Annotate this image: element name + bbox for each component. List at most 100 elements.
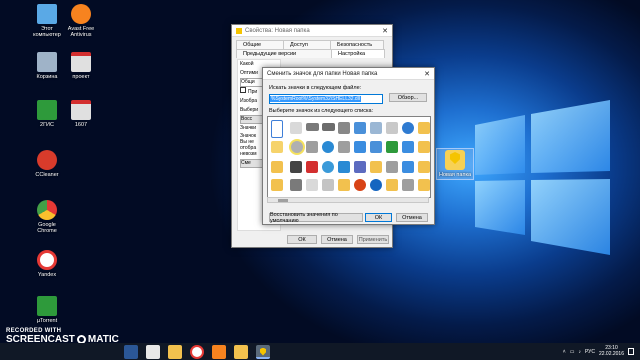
properties-cancel-button[interactable]: Отмена: [321, 235, 353, 244]
language-indicator[interactable]: РУС: [585, 349, 595, 355]
settings-icon[interactable]: [354, 161, 366, 173]
tab-previous-versions[interactable]: Предыдущие версии: [236, 49, 332, 58]
change-icon-ok-button[interactable]: ОК: [365, 213, 392, 222]
tab-security[interactable]: Безопасность: [330, 40, 384, 49]
folder-icon[interactable]: [234, 344, 248, 359]
window-icon[interactable]: [402, 141, 414, 153]
monitor-icon[interactable]: [354, 122, 366, 134]
desktop-icon-ccleaner[interactable]: CCleaner: [30, 150, 64, 178]
properties-task-icon[interactable]: [256, 344, 270, 359]
chip-icon[interactable]: [386, 122, 398, 134]
network-icon[interactable]: ▭: [570, 349, 575, 355]
computer-icon[interactable]: [402, 179, 414, 191]
drive-icon[interactable]: [290, 179, 302, 191]
edge-icon[interactable]: [146, 344, 160, 359]
properties-apply-button[interactable]: Применить: [357, 235, 389, 244]
desktop-icon-label: CCleaner: [35, 172, 59, 178]
network-icon[interactable]: [338, 141, 350, 153]
printer-icon[interactable]: [370, 122, 382, 134]
path-value: %SystemRoot%\System32\SHELL32.dll: [270, 96, 361, 102]
desktop-icon-chrome[interactable]: Google Chrome: [30, 200, 64, 234]
globe-icon[interactable]: [402, 122, 414, 134]
globe-icon[interactable]: [322, 141, 334, 153]
tab-general[interactable]: Общие: [236, 40, 284, 49]
notifications-icon[interactable]: [628, 348, 634, 355]
folder-icon[interactable]: [271, 141, 283, 153]
tab-sharing[interactable]: Доступ: [283, 40, 331, 49]
drive-icon[interactable]: [338, 122, 350, 134]
drive-icon[interactable]: [322, 123, 335, 131]
monitor-icon[interactable]: [370, 141, 382, 153]
network-drive-icon[interactable]: [306, 141, 318, 153]
desktop-icon-label: Новая папка: [438, 172, 472, 178]
document-icon[interactable]: [306, 179, 318, 191]
ccleaner-icon: [37, 150, 57, 170]
monitor-icon[interactable]: [338, 161, 350, 173]
desktop-icon-utorrent[interactable]: µTorrent: [30, 296, 64, 324]
folder-icon[interactable]: [271, 179, 283, 191]
folder-icon[interactable]: [418, 122, 430, 134]
properties-titlebar: Свойства: Новая папка ✕: [232, 25, 392, 37]
desktop-icon-recycle-bin[interactable]: Корзина: [30, 52, 64, 80]
desktop-icon-computer[interactable]: Этот компьютер: [30, 4, 64, 38]
desktop-icon-yandex[interactable]: Yandex: [30, 250, 64, 278]
document-icon[interactable]: [290, 122, 302, 134]
icon-list-label: Выберите значок из следующего списка:: [269, 108, 374, 114]
folder-icon[interactable]: [418, 141, 430, 153]
folder-icon[interactable]: [271, 161, 283, 173]
folder-icon[interactable]: [386, 179, 398, 191]
change-icon-cancel-button[interactable]: Отмена: [396, 213, 428, 222]
folder-icon[interactable]: [418, 161, 430, 173]
window-icon[interactable]: [402, 161, 414, 173]
browse-button[interactable]: Обзор...: [389, 93, 427, 102]
desktop-icon-label: 2ГИС: [40, 122, 54, 128]
folder-icon[interactable]: [370, 161, 382, 173]
icon-file-path-input[interactable]: %SystemRoot%\System32\SHELL32.dll: [269, 94, 383, 104]
desktop-icon-label: µTorrent: [36, 318, 58, 324]
volume-icon[interactable]: ♪: [578, 349, 581, 355]
close-icon[interactable]: ✕: [420, 70, 434, 78]
chevron-up-icon[interactable]: ˄: [563, 349, 566, 355]
folder-icon[interactable]: [418, 179, 430, 191]
arrow-icon[interactable]: [386, 141, 398, 153]
desktop-icon-label: Google Chrome: [37, 222, 57, 234]
monitor-icon[interactable]: [354, 141, 366, 153]
desktop-icon-2gis[interactable]: 2ГИС: [30, 100, 64, 128]
pdf-icon: [71, 52, 91, 72]
document-icon[interactable]: [322, 179, 334, 191]
taskbar: ˄ ▭ ♪ РУС 23:10 22.02.2016: [0, 343, 640, 360]
shutdown-icon[interactable]: [354, 179, 366, 191]
globe-icon[interactable]: [322, 161, 334, 173]
help-icon[interactable]: [370, 179, 382, 191]
file-explorer-icon[interactable]: [168, 344, 182, 359]
hard-drive-icon[interactable]: [289, 139, 305, 155]
properties-title: Свойства: Новая папка: [245, 27, 310, 34]
desktop-icon-1607[interactable]: 1607: [64, 100, 98, 128]
scrollbar-thumb[interactable]: [278, 199, 288, 202]
system-tray: ˄ ▭ ♪ РУС 23:10 22.02.2016: [563, 345, 640, 357]
folder-icon[interactable]: [338, 179, 350, 191]
yandex-icon[interactable]: [190, 344, 204, 359]
properties-ok-button[interactable]: ОК: [287, 235, 317, 244]
desktop-icon-new-folder[interactable]: Новая папка: [436, 148, 474, 180]
desktop-icon-label: Avast Free Antivirus: [67, 26, 95, 38]
close-icon[interactable]: ✕: [378, 27, 392, 35]
task-view-icon[interactable]: [124, 344, 138, 359]
blank-document-icon[interactable]: [271, 120, 283, 138]
yandex-icon: [37, 250, 57, 270]
recycle-bin-icon: [37, 52, 57, 72]
change-icon-titlebar: Сменить значок для папки Новая папка ✕: [263, 68, 434, 80]
desktop-icon-avast[interactable]: Avast Free Antivirus: [64, 4, 98, 38]
delete-icon[interactable]: [306, 161, 318, 173]
clock[interactable]: 23:10 22.02.2016: [599, 345, 624, 357]
restore-defaults-button[interactable]: Восстановить значения по умолчанию: [269, 212, 363, 224]
icon-list[interactable]: [267, 116, 431, 198]
tab-customize[interactable]: Настройка: [331, 49, 385, 58]
desktop-icon-project[interactable]: проект: [64, 52, 98, 80]
drive-icon[interactable]: [306, 123, 319, 131]
checkbox-icon[interactable]: [240, 87, 246, 93]
store-icon[interactable]: [212, 344, 226, 359]
disc-icon[interactable]: [290, 161, 302, 173]
drive-icon[interactable]: [386, 161, 398, 173]
icon-list-scrollbar[interactable]: [267, 197, 429, 203]
